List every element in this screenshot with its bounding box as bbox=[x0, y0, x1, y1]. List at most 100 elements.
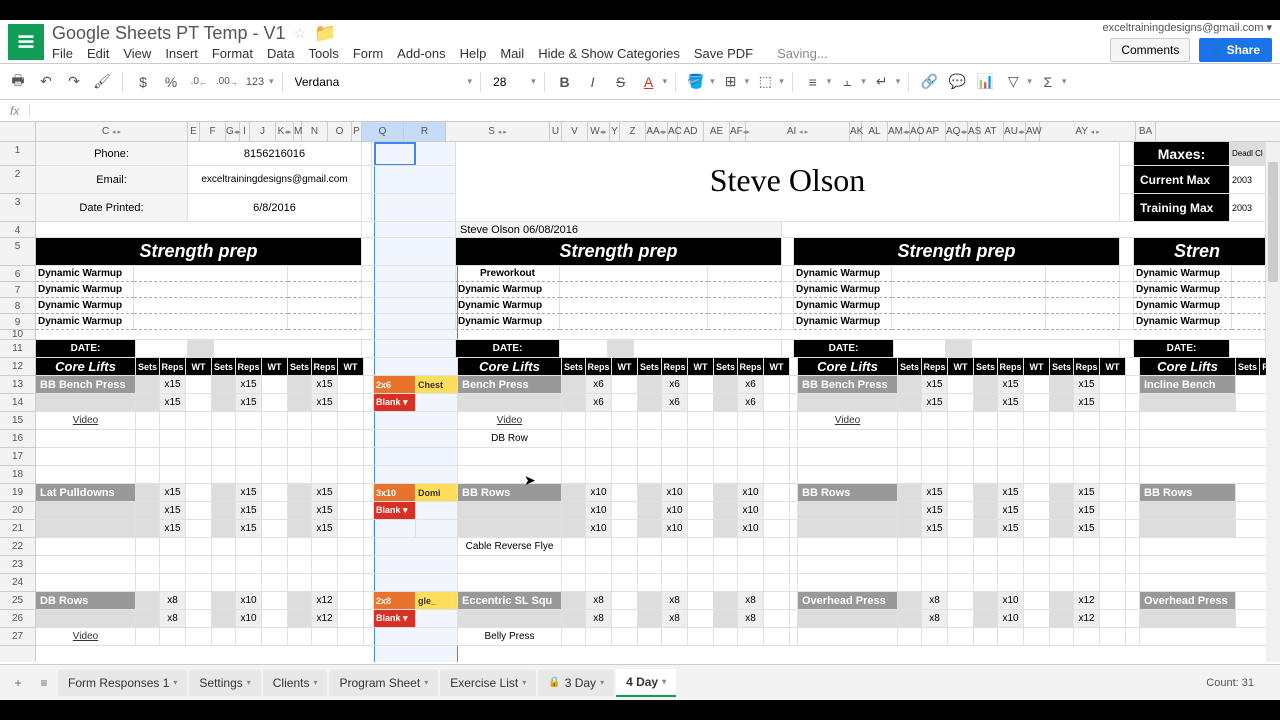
col-AW[interactable]: AW bbox=[1026, 122, 1040, 141]
col-O[interactable]: O bbox=[328, 122, 352, 141]
col-J[interactable]: J bbox=[250, 122, 276, 141]
menu-file[interactable]: File bbox=[52, 46, 73, 61]
row-16[interactable]: 16 bbox=[0, 430, 35, 448]
row-5[interactable]: 5 bbox=[0, 238, 35, 266]
menu-savepdf[interactable]: Save PDF bbox=[694, 46, 753, 61]
row-20[interactable]: 20 bbox=[0, 502, 35, 520]
row-27[interactable]: 27 bbox=[0, 628, 35, 646]
add-sheet-button[interactable]: + bbox=[6, 671, 30, 695]
row-12[interactable]: 12 bbox=[0, 358, 35, 376]
all-sheets-button[interactable]: ≡ bbox=[32, 671, 56, 695]
row-24[interactable]: 24 bbox=[0, 574, 35, 592]
dec-decimal-icon[interactable]: .0← bbox=[187, 70, 211, 94]
merge-icon[interactable]: ⬚ bbox=[753, 70, 777, 94]
email-label[interactable]: Email: bbox=[36, 166, 188, 194]
col-AK[interactable]: AK bbox=[850, 122, 862, 141]
row-18[interactable]: 18 bbox=[0, 466, 35, 484]
training-max-label[interactable]: Training Max bbox=[1134, 194, 1230, 222]
menu-tools[interactable]: Tools bbox=[308, 46, 338, 61]
number-format-icon[interactable]: 123 bbox=[243, 70, 267, 94]
row-7[interactable]: 7 bbox=[0, 282, 35, 298]
row-headers[interactable]: 1 2 3 4 5 6 7 8 9 10 11 12 13 14 15 16 1… bbox=[0, 142, 36, 662]
folder-icon[interactable]: 📁 bbox=[314, 23, 336, 44]
maxes-label[interactable]: Maxes: bbox=[1134, 142, 1230, 166]
halign-icon[interactable]: ≡ bbox=[801, 70, 825, 94]
col-AD[interactable]: AD bbox=[678, 122, 704, 141]
percent-icon[interactable]: % bbox=[159, 70, 183, 94]
italic-icon[interactable]: I bbox=[581, 70, 605, 94]
bold-icon[interactable]: B bbox=[553, 70, 577, 94]
col-G[interactable]: G◂▸ bbox=[226, 122, 240, 141]
col-AO[interactable]: AO bbox=[910, 122, 920, 141]
menu-addons[interactable]: Add-ons bbox=[397, 46, 445, 61]
share-button[interactable]: Share bbox=[1199, 38, 1272, 62]
col-S[interactable]: S ◂ ▸ bbox=[446, 122, 550, 141]
col-W[interactable]: W◂▸ bbox=[588, 122, 610, 141]
menu-mail[interactable]: Mail bbox=[500, 46, 524, 61]
col-AP[interactable]: AP bbox=[920, 122, 946, 141]
tab-program-sheet[interactable]: Program Sheet▾ bbox=[329, 670, 438, 696]
tab-3day[interactable]: 🔒3 Day▾ bbox=[538, 670, 614, 696]
tab-clients[interactable]: Clients▾ bbox=[263, 670, 328, 696]
row-14[interactable]: 14 bbox=[0, 394, 35, 412]
col-P[interactable]: P bbox=[352, 122, 362, 141]
col-Y[interactable]: Y bbox=[610, 122, 620, 141]
col-AM[interactable]: AM◂▸ bbox=[888, 122, 910, 141]
undo-icon[interactable]: ↶ bbox=[34, 70, 58, 94]
col-AQ[interactable]: AQ◂▸ bbox=[946, 122, 968, 141]
col-C[interactable]: C ◂ ▸ bbox=[36, 122, 188, 141]
link-icon[interactable]: 🔗 bbox=[917, 70, 941, 94]
row-1[interactable]: 1 bbox=[0, 142, 35, 166]
row-13[interactable]: 13 bbox=[0, 376, 35, 394]
tab-exercise-list[interactable]: Exercise List▾ bbox=[440, 670, 536, 696]
row-22[interactable]: 22 bbox=[0, 538, 35, 556]
valign-icon[interactable]: ⫠ bbox=[835, 70, 859, 94]
row-25[interactable]: 25 bbox=[0, 592, 35, 610]
col-R[interactable]: R bbox=[404, 122, 446, 141]
redo-icon[interactable]: ↷ bbox=[62, 70, 86, 94]
menu-data[interactable]: Data bbox=[267, 46, 294, 61]
col-AC[interactable]: AC bbox=[668, 122, 678, 141]
wrap-icon[interactable]: ↵ bbox=[870, 70, 894, 94]
formula-input[interactable] bbox=[30, 103, 1280, 118]
menu-help[interactable]: Help bbox=[460, 46, 487, 61]
date-label[interactable]: Date Printed: bbox=[36, 194, 188, 222]
col-Z[interactable]: Z bbox=[620, 122, 646, 141]
row-15[interactable]: 15 bbox=[0, 412, 35, 430]
col-AY[interactable]: AY ◂ ▸ bbox=[1040, 122, 1136, 141]
row-11[interactable]: 11 bbox=[0, 340, 35, 358]
row-17[interactable]: 17 bbox=[0, 448, 35, 466]
doc-title[interactable]: Google Sheets PT Temp - V1 bbox=[52, 23, 285, 44]
print-icon[interactable]: 🖶 bbox=[6, 70, 30, 94]
row-4[interactable]: 4 bbox=[0, 222, 35, 238]
menu-format[interactable]: Format bbox=[212, 46, 253, 61]
sheets-logo[interactable] bbox=[8, 24, 44, 60]
currency-icon[interactable]: $ bbox=[131, 70, 155, 94]
filter-icon[interactable]: ▽ bbox=[1001, 70, 1025, 94]
col-AA[interactable]: AA◂▸ bbox=[646, 122, 668, 141]
strike-icon[interactable]: S bbox=[609, 70, 633, 94]
client-date[interactable]: Steve Olson 06/08/2016 bbox=[456, 222, 782, 238]
row-8[interactable]: 8 bbox=[0, 298, 35, 314]
menu-hideshow[interactable]: Hide & Show Categories bbox=[538, 46, 680, 61]
col-K[interactable]: K◂▸ bbox=[276, 122, 294, 141]
column-headers[interactable]: C ◂ ▸ E F G◂▸ I J K◂▸ M N O P Q R S ◂ ▸ … bbox=[0, 122, 1280, 142]
row-2[interactable]: 2 bbox=[0, 166, 35, 194]
col-AT[interactable]: AT bbox=[978, 122, 1004, 141]
phone-value[interactable]: 8156216016 bbox=[188, 142, 362, 166]
col-E[interactable]: E bbox=[188, 122, 200, 141]
col-BA[interactable]: BA bbox=[1136, 122, 1156, 141]
tab-form-responses[interactable]: Form Responses 1▾ bbox=[58, 670, 187, 696]
col-AS[interactable]: AS bbox=[968, 122, 978, 141]
client-name[interactable]: Steve Olson bbox=[456, 166, 1120, 194]
col-AU[interactable]: AU◂▸ bbox=[1004, 122, 1026, 141]
col-F[interactable]: F bbox=[200, 122, 226, 141]
col-AL[interactable]: AL bbox=[862, 122, 888, 141]
tab-4day[interactable]: 4 Day▾ bbox=[616, 669, 676, 697]
col-AI[interactable]: AI ◂ ▸ bbox=[746, 122, 850, 141]
menu-edit[interactable]: Edit bbox=[87, 46, 109, 61]
row-21[interactable]: 21 bbox=[0, 520, 35, 538]
col-AF[interactable]: AF◂▸ bbox=[730, 122, 746, 141]
date-value[interactable]: 6/8/2016 bbox=[188, 194, 362, 222]
font-select[interactable] bbox=[291, 73, 466, 91]
